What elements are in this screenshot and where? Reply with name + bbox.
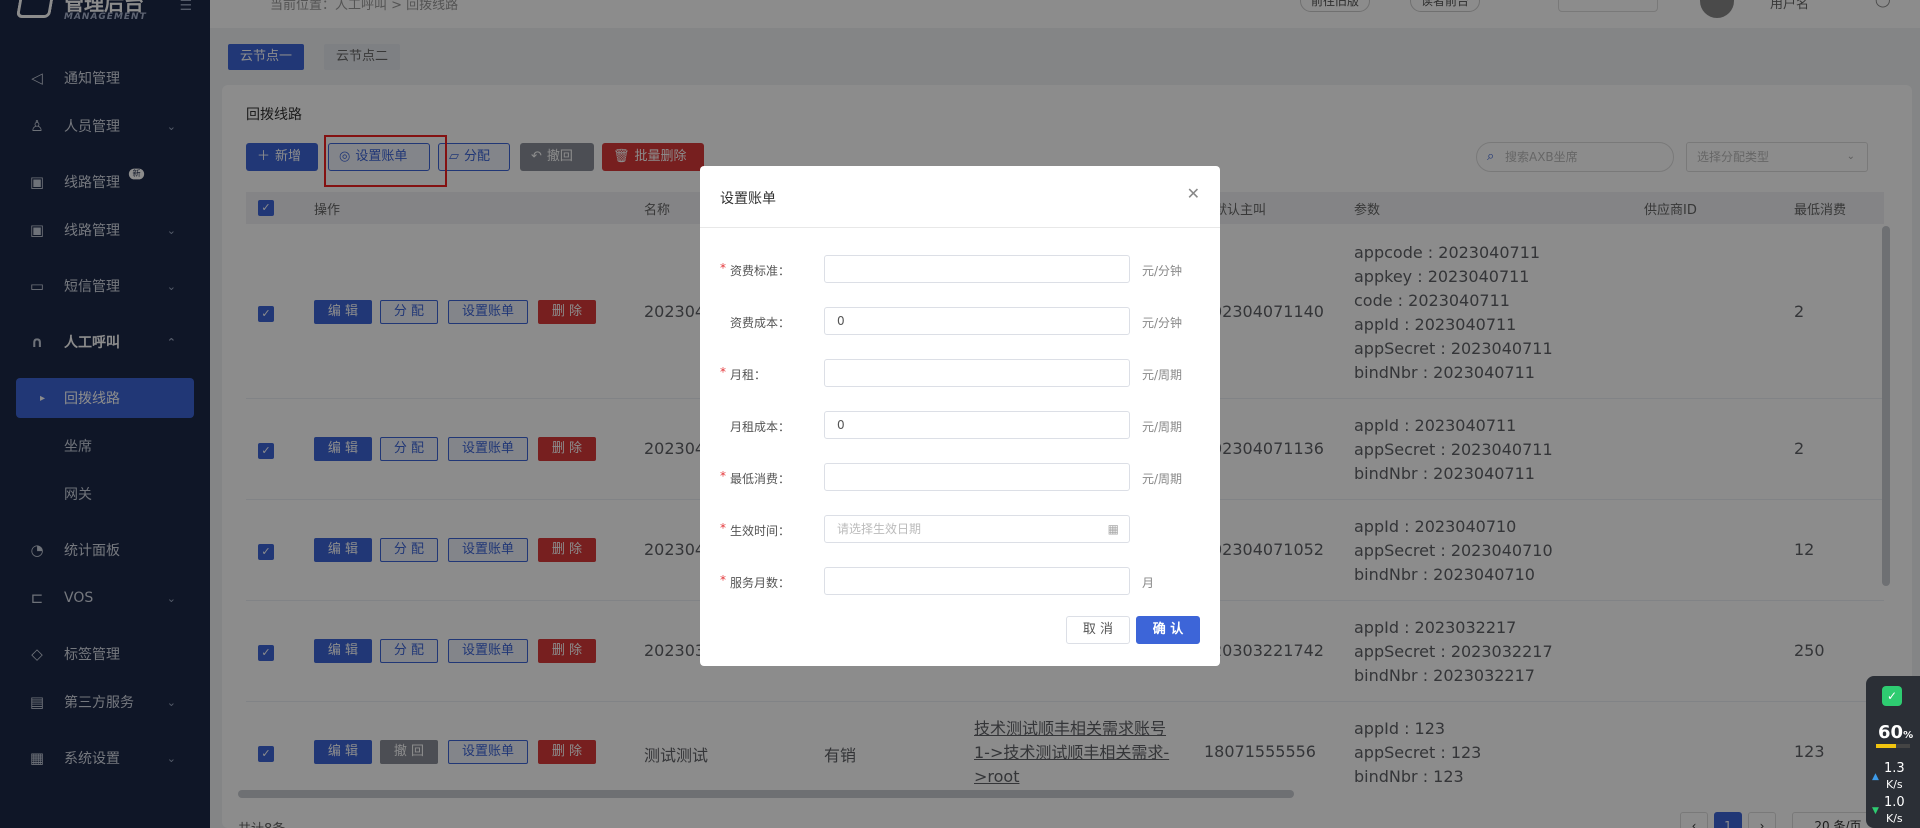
field-label: 资费标准： bbox=[730, 264, 791, 278]
rate-cost-input[interactable]: 0 bbox=[824, 307, 1130, 335]
field-rate: * 资费标准： 元/分钟 bbox=[700, 255, 1220, 285]
min-spend-input[interactable] bbox=[824, 463, 1130, 491]
field-monthly-rent-cost: 月租成本： 0 元/周期 bbox=[700, 411, 1220, 441]
field-label: 最低消费： bbox=[730, 472, 791, 486]
cpu-percent-value: 60 bbox=[1878, 722, 1904, 743]
required-mark: * bbox=[720, 365, 726, 379]
confirm-button[interactable]: 确 认 bbox=[1136, 616, 1200, 644]
field-label: 月租： bbox=[730, 368, 767, 382]
cpu-percent: 60% bbox=[1878, 722, 1913, 743]
percent-sign: % bbox=[1903, 730, 1914, 741]
effective-date-picker[interactable]: 请选择生效日期 ▦ bbox=[824, 515, 1130, 543]
field-min-spend: * 最低消费： 元/周期 bbox=[700, 463, 1220, 493]
field-label: 月租成本： bbox=[730, 420, 791, 434]
calendar-icon: ▦ bbox=[1107, 522, 1119, 536]
network-speed-widget[interactable]: ✓ 60% ▲ 1.3 K/s ▼ 1.0 K/s bbox=[1866, 676, 1920, 828]
cpu-bar-fill bbox=[1876, 744, 1897, 748]
dialog-header: 设置账单 ✕ bbox=[700, 166, 1220, 228]
field-rate-cost: 资费成本： 0 元/分钟 bbox=[700, 307, 1220, 337]
field-unit: 元/周期 bbox=[1142, 420, 1183, 434]
field-label: 资费成本： bbox=[730, 316, 791, 330]
field-unit: 元/分钟 bbox=[1142, 316, 1183, 330]
download-unit: K/s bbox=[1886, 812, 1903, 825]
download-arrow-icon: ▼ bbox=[1872, 806, 1879, 816]
date-placeholder: 请选择生效日期 bbox=[837, 522, 922, 536]
field-monthly-rent: * 月租： 元/周期 bbox=[700, 359, 1220, 389]
shield-check-icon: ✓ bbox=[1882, 686, 1902, 706]
upload-speed: 1.3 bbox=[1884, 761, 1905, 776]
field-unit: 元/分钟 bbox=[1142, 264, 1183, 278]
field-service-months: * 服务月数： 月 bbox=[700, 567, 1220, 597]
required-mark: * bbox=[720, 573, 726, 587]
download-speed: 1.0 bbox=[1884, 795, 1905, 810]
required-mark: * bbox=[720, 521, 726, 535]
cancel-button[interactable]: 取 消 bbox=[1066, 616, 1130, 644]
upload-arrow-icon: ▲ bbox=[1872, 772, 1879, 782]
dialog-title: 设置账单 bbox=[720, 191, 776, 207]
close-icon[interactable]: ✕ bbox=[1187, 184, 1200, 203]
monthly-rent-cost-input[interactable]: 0 bbox=[824, 411, 1130, 439]
cpu-bar bbox=[1876, 744, 1910, 748]
field-unit: 元/周期 bbox=[1142, 472, 1183, 486]
required-mark: * bbox=[720, 469, 726, 483]
set-bill-dialog: 设置账单 ✕ * 资费标准： 元/分钟 资费成本： 0 元/分钟 * 月租： 元… bbox=[700, 166, 1220, 666]
field-unit: 月 bbox=[1142, 576, 1155, 590]
service-months-input[interactable] bbox=[824, 567, 1130, 595]
field-unit: 元/周期 bbox=[1142, 368, 1183, 382]
rate-input[interactable] bbox=[824, 255, 1130, 283]
required-mark: * bbox=[720, 261, 726, 275]
monthly-rent-input[interactable] bbox=[824, 359, 1130, 387]
field-effective-date: * 生效时间： 请选择生效日期 ▦ bbox=[700, 515, 1220, 545]
upload-unit: K/s bbox=[1886, 778, 1903, 791]
field-label: 服务月数： bbox=[730, 576, 791, 590]
field-label: 生效时间： bbox=[730, 524, 791, 538]
